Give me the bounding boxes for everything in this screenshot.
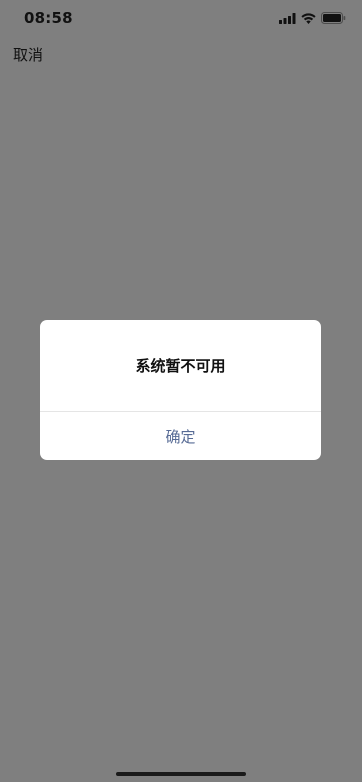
confirm-button[interactable]: 确定	[40, 412, 321, 460]
signal-icon	[279, 9, 296, 28]
status-bar: 08:58	[0, 0, 362, 36]
home-indicator[interactable]	[116, 772, 246, 776]
screen: 08:58 取消 系统暂不可用 确定	[0, 0, 362, 782]
battery-icon	[321, 9, 346, 28]
dialog-message: 系统暂不可用	[135, 357, 226, 375]
wifi-icon	[301, 9, 316, 28]
status-time: 08:58	[24, 9, 73, 27]
alert-dialog: 系统暂不可用 确定	[40, 320, 321, 460]
cancel-button[interactable]: 取消	[13, 44, 43, 65]
status-icons	[279, 11, 346, 25]
